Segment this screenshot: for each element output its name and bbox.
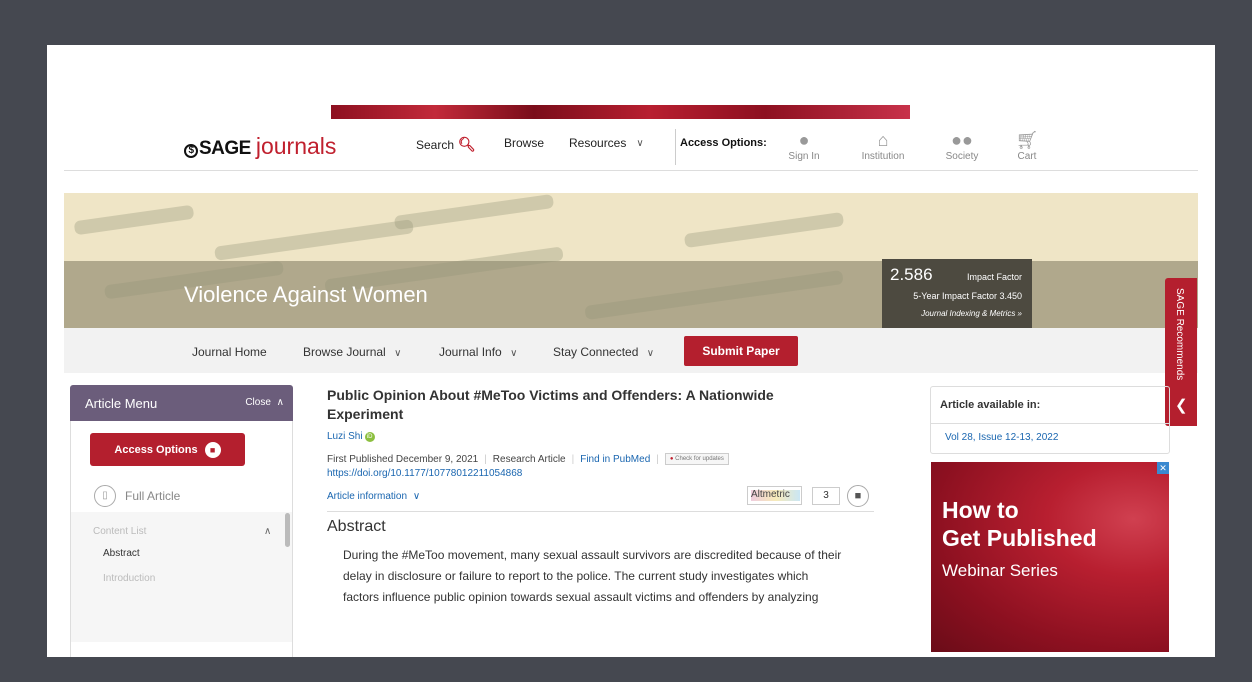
check-updates-label: Check for updates [675,456,724,462]
institution-button[interactable]: ⌂ Institution [853,129,913,162]
orcid-icon[interactable]: iD [364,431,375,442]
person-icon: ● [798,130,810,150]
availability-divider [931,423,1169,424]
availability-title: Article available in: [940,399,1041,411]
cart-label: Cart [1017,151,1037,162]
logo-sage-text: SAGE [199,138,251,159]
submit-paper-button[interactable]: Submit Paper [684,336,798,366]
chevron-left-icon: ❮ [1175,397,1188,414]
article-info-label: Article information [327,491,408,502]
five-year-impact: 5-Year Impact Factor 3.450 [913,291,1022,301]
journal-home-link[interactable]: Journal Home [192,345,267,359]
close-menu-button[interactable]: Close ∧ [245,397,284,408]
indexing-metrics-link[interactable]: Journal Indexing & Metrics » [921,309,1022,318]
content-list-item-abstract[interactable]: Abstract [103,548,140,559]
article-title: Public Opinion About #MeToo Victims and … [327,387,774,422]
journal-info-menu[interactable]: Journal Info ∨ [439,345,517,359]
abstract-line: factors influence public opinion towards… [343,590,819,604]
article-information-toggle[interactable]: Article information ∨ [327,491,420,502]
top-ad-banner[interactable] [331,105,910,119]
cart-icon: 🛒︎ [1015,130,1039,150]
access-options-button[interactable]: Access Options ■ [90,433,245,466]
document-icon: ▯ [94,485,116,507]
institution-icon: ⌂ [877,130,889,150]
chevron-down-icon: ∨ [636,137,644,149]
sage-logo-icon: $ [184,144,198,158]
abstract-line: During the #MeToo movement, many sexual … [343,548,842,562]
full-article-link[interactable]: ▯ Full Article [94,485,180,507]
browse-label: Browse [504,136,545,150]
lock-icon: ■ [204,441,221,458]
webinar-ad[interactable]: How to Get Published Webinar Series [931,462,1169,652]
impact-factor-label: Impact Factor [966,272,1022,282]
institution-label: Institution [861,151,905,162]
chevron-up-icon[interactable]: ∧ [264,526,271,537]
content-list-title: Content List [93,526,147,537]
stay-connected-menu[interactable]: Stay Connected ∨ [553,345,654,359]
sign-in-button[interactable]: ● Sign In [774,129,834,162]
ad-line-2: Get Published [942,525,1097,551]
article-availability-box [930,386,1170,454]
chevron-down-icon: ∨ [394,348,402,359]
lock-icon[interactable]: ■ [847,485,869,507]
chevron-down-icon: ∨ [412,491,421,502]
article-meta: First Published December 9, 2021 | Resea… [327,453,729,465]
article-type: Research Article [492,453,566,465]
access-options-button-label: Access Options [114,443,198,456]
journal-info-label: Journal Info [439,345,502,359]
resources-menu[interactable]: Resources ∨ [569,136,644,150]
check-updates-icon: ● [669,456,674,462]
society-label: Society [945,151,979,162]
chevron-down-icon: ∨ [510,348,518,359]
author-name: Luzi Shi [327,431,363,442]
content-list-scrollbar[interactable] [285,513,290,547]
society-icon: ●● [951,130,973,150]
check-for-updates-button[interactable]: ● Check for updates [664,453,729,465]
search-icon: 🔍︎ [458,136,476,152]
find-in-pubmed-link[interactable]: Find in PubMed [580,454,650,465]
abstract-line: delay in disclosure or failure to report… [343,569,809,583]
chevron-down-icon: ∨ [646,348,655,359]
ad-line-3: Webinar Series [942,561,1058,580]
browse-link[interactable]: Browse [504,136,544,150]
ad-line-1: How to [942,497,1019,523]
stay-connected-label: Stay Connected [553,345,639,359]
society-button[interactable]: ●● Society [932,129,992,162]
header-divider [675,129,676,165]
browser-viewport: $ SAGE journals Search 🔍︎ Browse Resource… [47,45,1215,657]
search-link[interactable]: Search 🔍︎ [416,136,476,153]
close-label: Close [245,397,271,408]
article-menu-title: Article Menu [85,396,158,411]
altmetric-badge[interactable]: Altmetric [747,486,802,505]
article-menu-header: Article Menu Close ∧ [70,385,293,421]
browse-journal-label: Browse Journal [303,345,386,359]
article-divider [327,511,874,512]
cart-button[interactable]: 🛒︎ Cart [997,129,1057,162]
first-published: First Published December 9, 2021 [327,453,479,465]
full-article-label: Full Article [125,489,181,503]
abstract-text: During the #MeToo movement, many sexual … [343,545,883,608]
altmetric-count[interactable]: 3 [812,487,840,505]
sage-journals-logo[interactable]: $ SAGE journals [184,133,336,160]
search-label: Search [416,137,455,152]
logo-journals-text: journals [255,133,337,159]
browse-journal-menu[interactable]: Browse Journal ∨ [303,345,401,359]
journal-title: Violence Against Women [184,282,428,307]
impact-factor-box: 2.586 Impact Factor 5-Year Impact Factor… [882,259,1032,328]
sign-in-label: Sign In [788,151,820,162]
abstract-heading: Abstract [327,518,386,535]
altmetric-label: Altmetric [751,489,790,500]
header-rule [64,170,1198,171]
doi-link[interactable]: https://doi.org/10.1177/1077801221105486… [327,468,522,479]
author-link[interactable]: Luzi Shi iD [327,431,375,442]
content-list-item-introduction[interactable]: Introduction [103,573,155,584]
resources-label: Resources [569,136,627,150]
chevron-up-icon: ∧ [276,397,284,408]
close-icon[interactable]: ✕ [1157,462,1169,474]
recommends-label: SAGE Recommends [1174,288,1185,381]
access-options-label: Access Options: [680,137,767,149]
issue-link[interactable]: Vol 28, Issue 12-13, 2022 [945,432,1058,443]
